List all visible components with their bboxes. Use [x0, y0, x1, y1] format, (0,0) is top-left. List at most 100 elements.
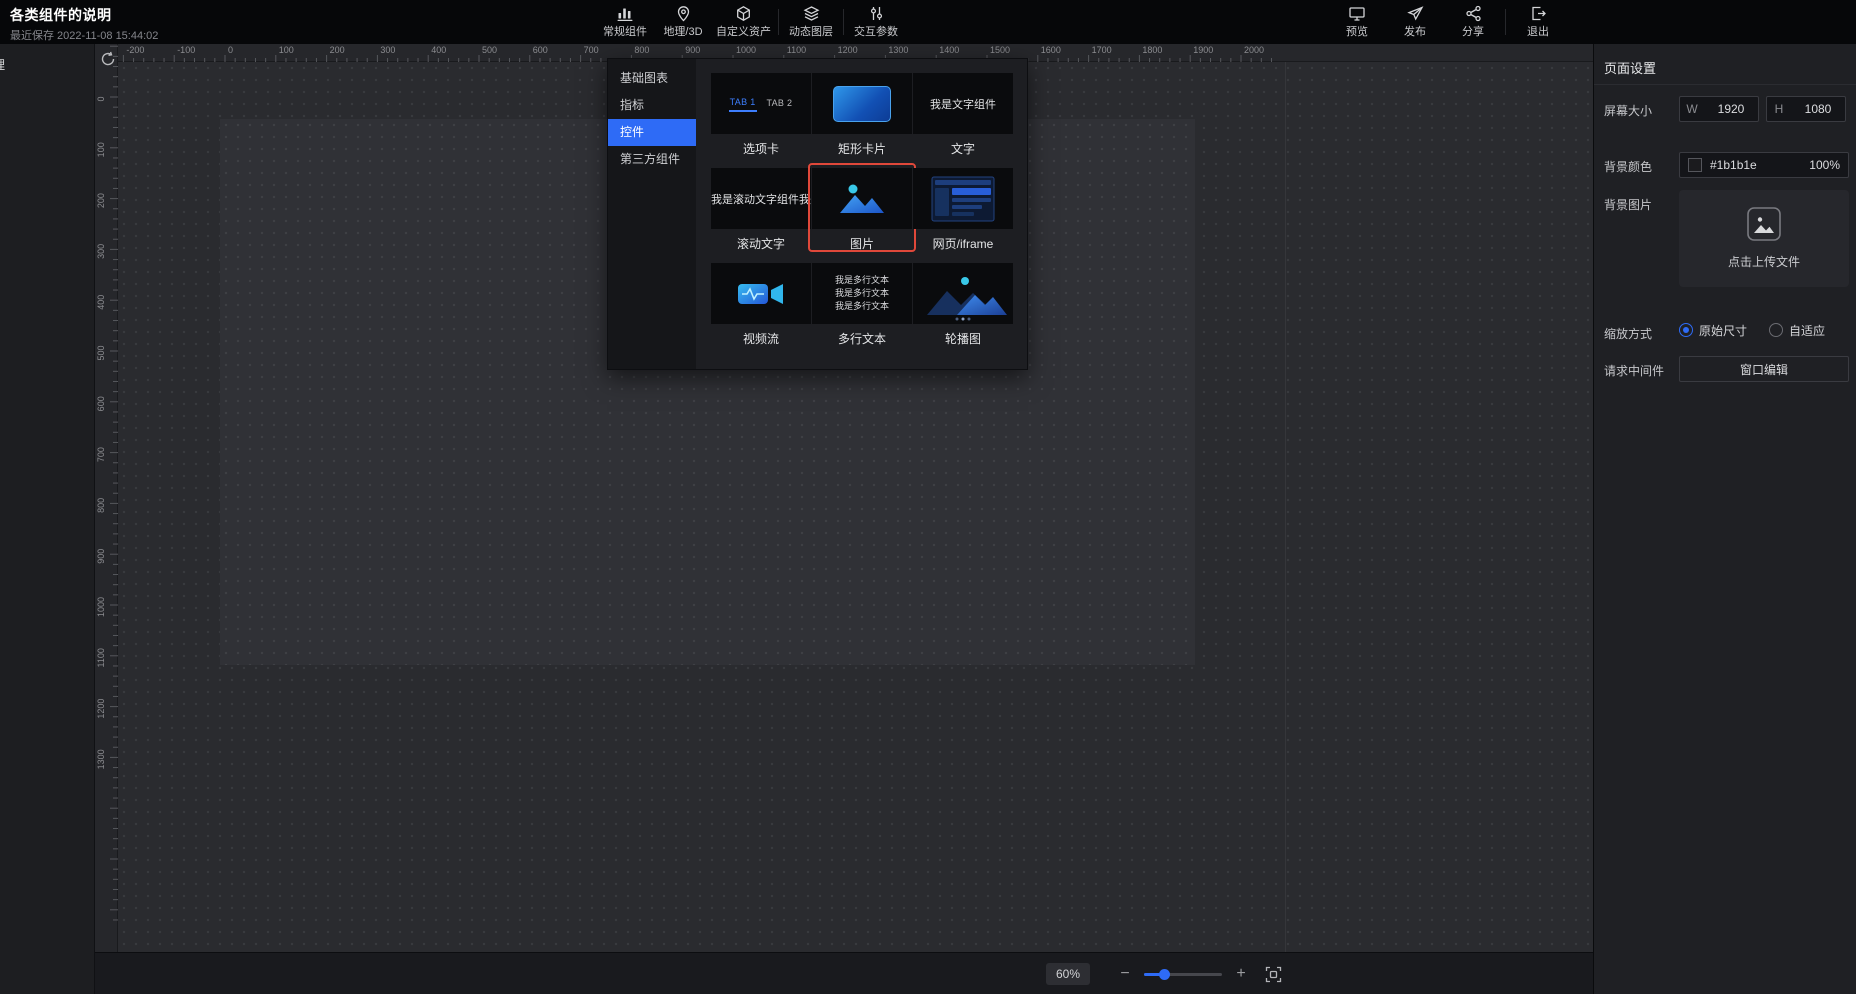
svg-text:1100: 1100 — [787, 45, 806, 55]
component-label: 多行文本 — [812, 330, 912, 344]
component-label: 图片 — [812, 235, 912, 249]
component-label: 视频流 — [711, 330, 811, 344]
svg-text:300: 300 — [380, 45, 395, 55]
component-thumb: TAB 1TAB 2 — [711, 73, 811, 134]
svg-text:200: 200 — [330, 45, 345, 55]
tool-layers[interactable]: 动态图层 — [782, 5, 840, 39]
component-label: 矩形卡片 — [812, 140, 912, 154]
component-rect-card[interactable]: 矩形卡片 — [812, 73, 912, 154]
svg-text:700: 700 — [96, 447, 106, 462]
tool-geo[interactable]: 地理/3D — [654, 5, 712, 39]
svg-text:1400: 1400 — [939, 45, 959, 55]
guide-line — [1285, 62, 1286, 952]
component-image[interactable]: 图片 — [812, 168, 912, 249]
toolbar-divider — [778, 9, 779, 35]
width-value: 1920 — [1704, 102, 1758, 116]
bg-image-label: 背景图片 — [1604, 196, 1652, 213]
tool-assets[interactable]: 自定义资产 — [712, 5, 775, 39]
radio-label: 自适应 — [1789, 322, 1825, 339]
share-icon — [1465, 5, 1482, 22]
upload-area[interactable]: 点击上传文件 — [1679, 190, 1849, 287]
tool-preview[interactable]: 预览 — [1328, 5, 1386, 39]
zoom-slider[interactable] — [1144, 973, 1222, 976]
svg-text:100: 100 — [96, 142, 106, 157]
zoom-out-button[interactable]: − — [1118, 966, 1132, 982]
svg-text:500: 500 — [96, 345, 106, 360]
component-iframe[interactable]: 网页/iframe — [913, 168, 1013, 249]
layers-icon — [803, 5, 820, 22]
toolbar: 常规组件地理/3D自定义资产动态图层交互参数 — [596, 0, 905, 44]
tool-charts[interactable]: 常规组件 — [596, 5, 654, 39]
radio-原始尺寸[interactable]: 原始尺寸 — [1679, 322, 1747, 339]
upload-text: 点击上传文件 — [1728, 253, 1800, 270]
radio-label: 原始尺寸 — [1699, 322, 1747, 339]
multiline-sample: 我是多行文本我是多行文本我是多行文本 — [835, 274, 889, 313]
top-bar: 各类组件的说明 最近保存 2022-11-08 15:44:02 常规组件地理/… — [0, 0, 1856, 44]
left-collapsed-panel[interactable]: 理 — [0, 44, 95, 994]
radio-icon — [1769, 323, 1783, 337]
fit-screen-icon[interactable] — [1265, 966, 1282, 983]
menu-item-basic-charts[interactable]: 基础图表 — [608, 65, 696, 92]
svg-text:0: 0 — [228, 45, 233, 55]
svg-text:700: 700 — [584, 45, 599, 55]
component-thumb: 我是文字组件 — [913, 73, 1013, 134]
scroll-text-sample: 我是滚动文字组件我是 — [711, 191, 811, 207]
menu-item-indicators[interactable]: 指标 — [608, 92, 696, 119]
svg-text:400: 400 — [96, 295, 106, 310]
middleware-label: 请求中间件 — [1604, 362, 1664, 379]
bg-color-input[interactable]: #1b1b1e 100% — [1679, 152, 1849, 178]
tool-label: 分享 — [1462, 23, 1484, 39]
svg-text:1000: 1000 — [96, 597, 106, 617]
svg-text:-200: -200 — [126, 45, 144, 55]
radio-自适应[interactable]: 自适应 — [1769, 322, 1825, 339]
component-scroll-text[interactable]: 我是滚动文字组件我是滚动文字 — [711, 168, 811, 249]
sliders-icon — [868, 5, 885, 22]
tool-label: 发布 — [1404, 23, 1426, 39]
component-category-menu: 基础图表指标控件第三方组件 — [608, 59, 696, 369]
tool-share[interactable]: 分享 — [1444, 5, 1502, 39]
component-thumb: 我是多行文本我是多行文本我是多行文本 — [812, 263, 912, 324]
reset-view-icon[interactable] — [99, 50, 117, 73]
tabs-thumb: TAB 1TAB 2 — [729, 95, 794, 112]
carousel-thumb-icon — [913, 263, 1013, 324]
image-thumb-icon — [836, 179, 888, 219]
component-label: 文字 — [913, 140, 1013, 154]
menu-item-third-party[interactable]: 第三方组件 — [608, 146, 696, 173]
text-sample: 我是文字组件 — [930, 96, 996, 112]
component-text[interactable]: 我是文字组件文字 — [913, 73, 1013, 154]
radio-icon — [1679, 323, 1693, 337]
height-input[interactable]: H 1080 — [1766, 96, 1846, 122]
component-label: 滚动文字 — [711, 235, 811, 249]
exit-icon — [1530, 5, 1547, 22]
zoom-in-button[interactable]: + — [1234, 966, 1248, 982]
tool-publish[interactable]: 发布 — [1386, 5, 1444, 39]
svg-text:1800: 1800 — [1142, 45, 1162, 55]
window-edit-button[interactable]: 窗口编辑 — [1679, 356, 1849, 382]
color-value: #1b1b1e — [1710, 158, 1801, 172]
screen-size-label: 屏幕大小 — [1604, 102, 1652, 119]
tool-params[interactable]: 交互参数 — [847, 5, 905, 39]
component-tab-card[interactable]: TAB 1TAB 2 选项卡 — [711, 73, 811, 154]
bar-chart-icon — [616, 5, 634, 22]
panel-title: 页面设置 — [1604, 58, 1656, 77]
svg-text:1900: 1900 — [1193, 45, 1213, 55]
tool-label: 交互参数 — [854, 23, 898, 39]
component-thumb — [913, 168, 1013, 229]
zoom-slider-knob[interactable] — [1159, 969, 1170, 980]
svg-text:200: 200 — [96, 193, 106, 208]
svg-text:1700: 1700 — [1092, 45, 1112, 55]
tool-exit[interactable]: 退出 — [1509, 5, 1567, 39]
component-label: 选项卡 — [711, 140, 811, 154]
component-video[interactable]: 视频流 — [711, 263, 811, 344]
vertical-ruler: 0100200300400500600700800900100011001200… — [95, 44, 118, 952]
component-thumb — [812, 73, 912, 134]
svg-text:600: 600 — [96, 396, 106, 411]
component-carousel[interactable]: 轮播图 — [913, 263, 1013, 344]
zoom-level[interactable]: 60% — [1046, 963, 1090, 985]
tool-label: 退出 — [1527, 23, 1549, 39]
asset-icon — [735, 5, 752, 22]
menu-item-controls[interactable]: 控件 — [608, 119, 696, 146]
component-multiline[interactable]: 我是多行文本我是多行文本我是多行文本多行文本 — [812, 263, 912, 344]
bg-color-label: 背景颜色 — [1604, 158, 1652, 175]
width-input[interactable]: W 1920 — [1679, 96, 1759, 122]
